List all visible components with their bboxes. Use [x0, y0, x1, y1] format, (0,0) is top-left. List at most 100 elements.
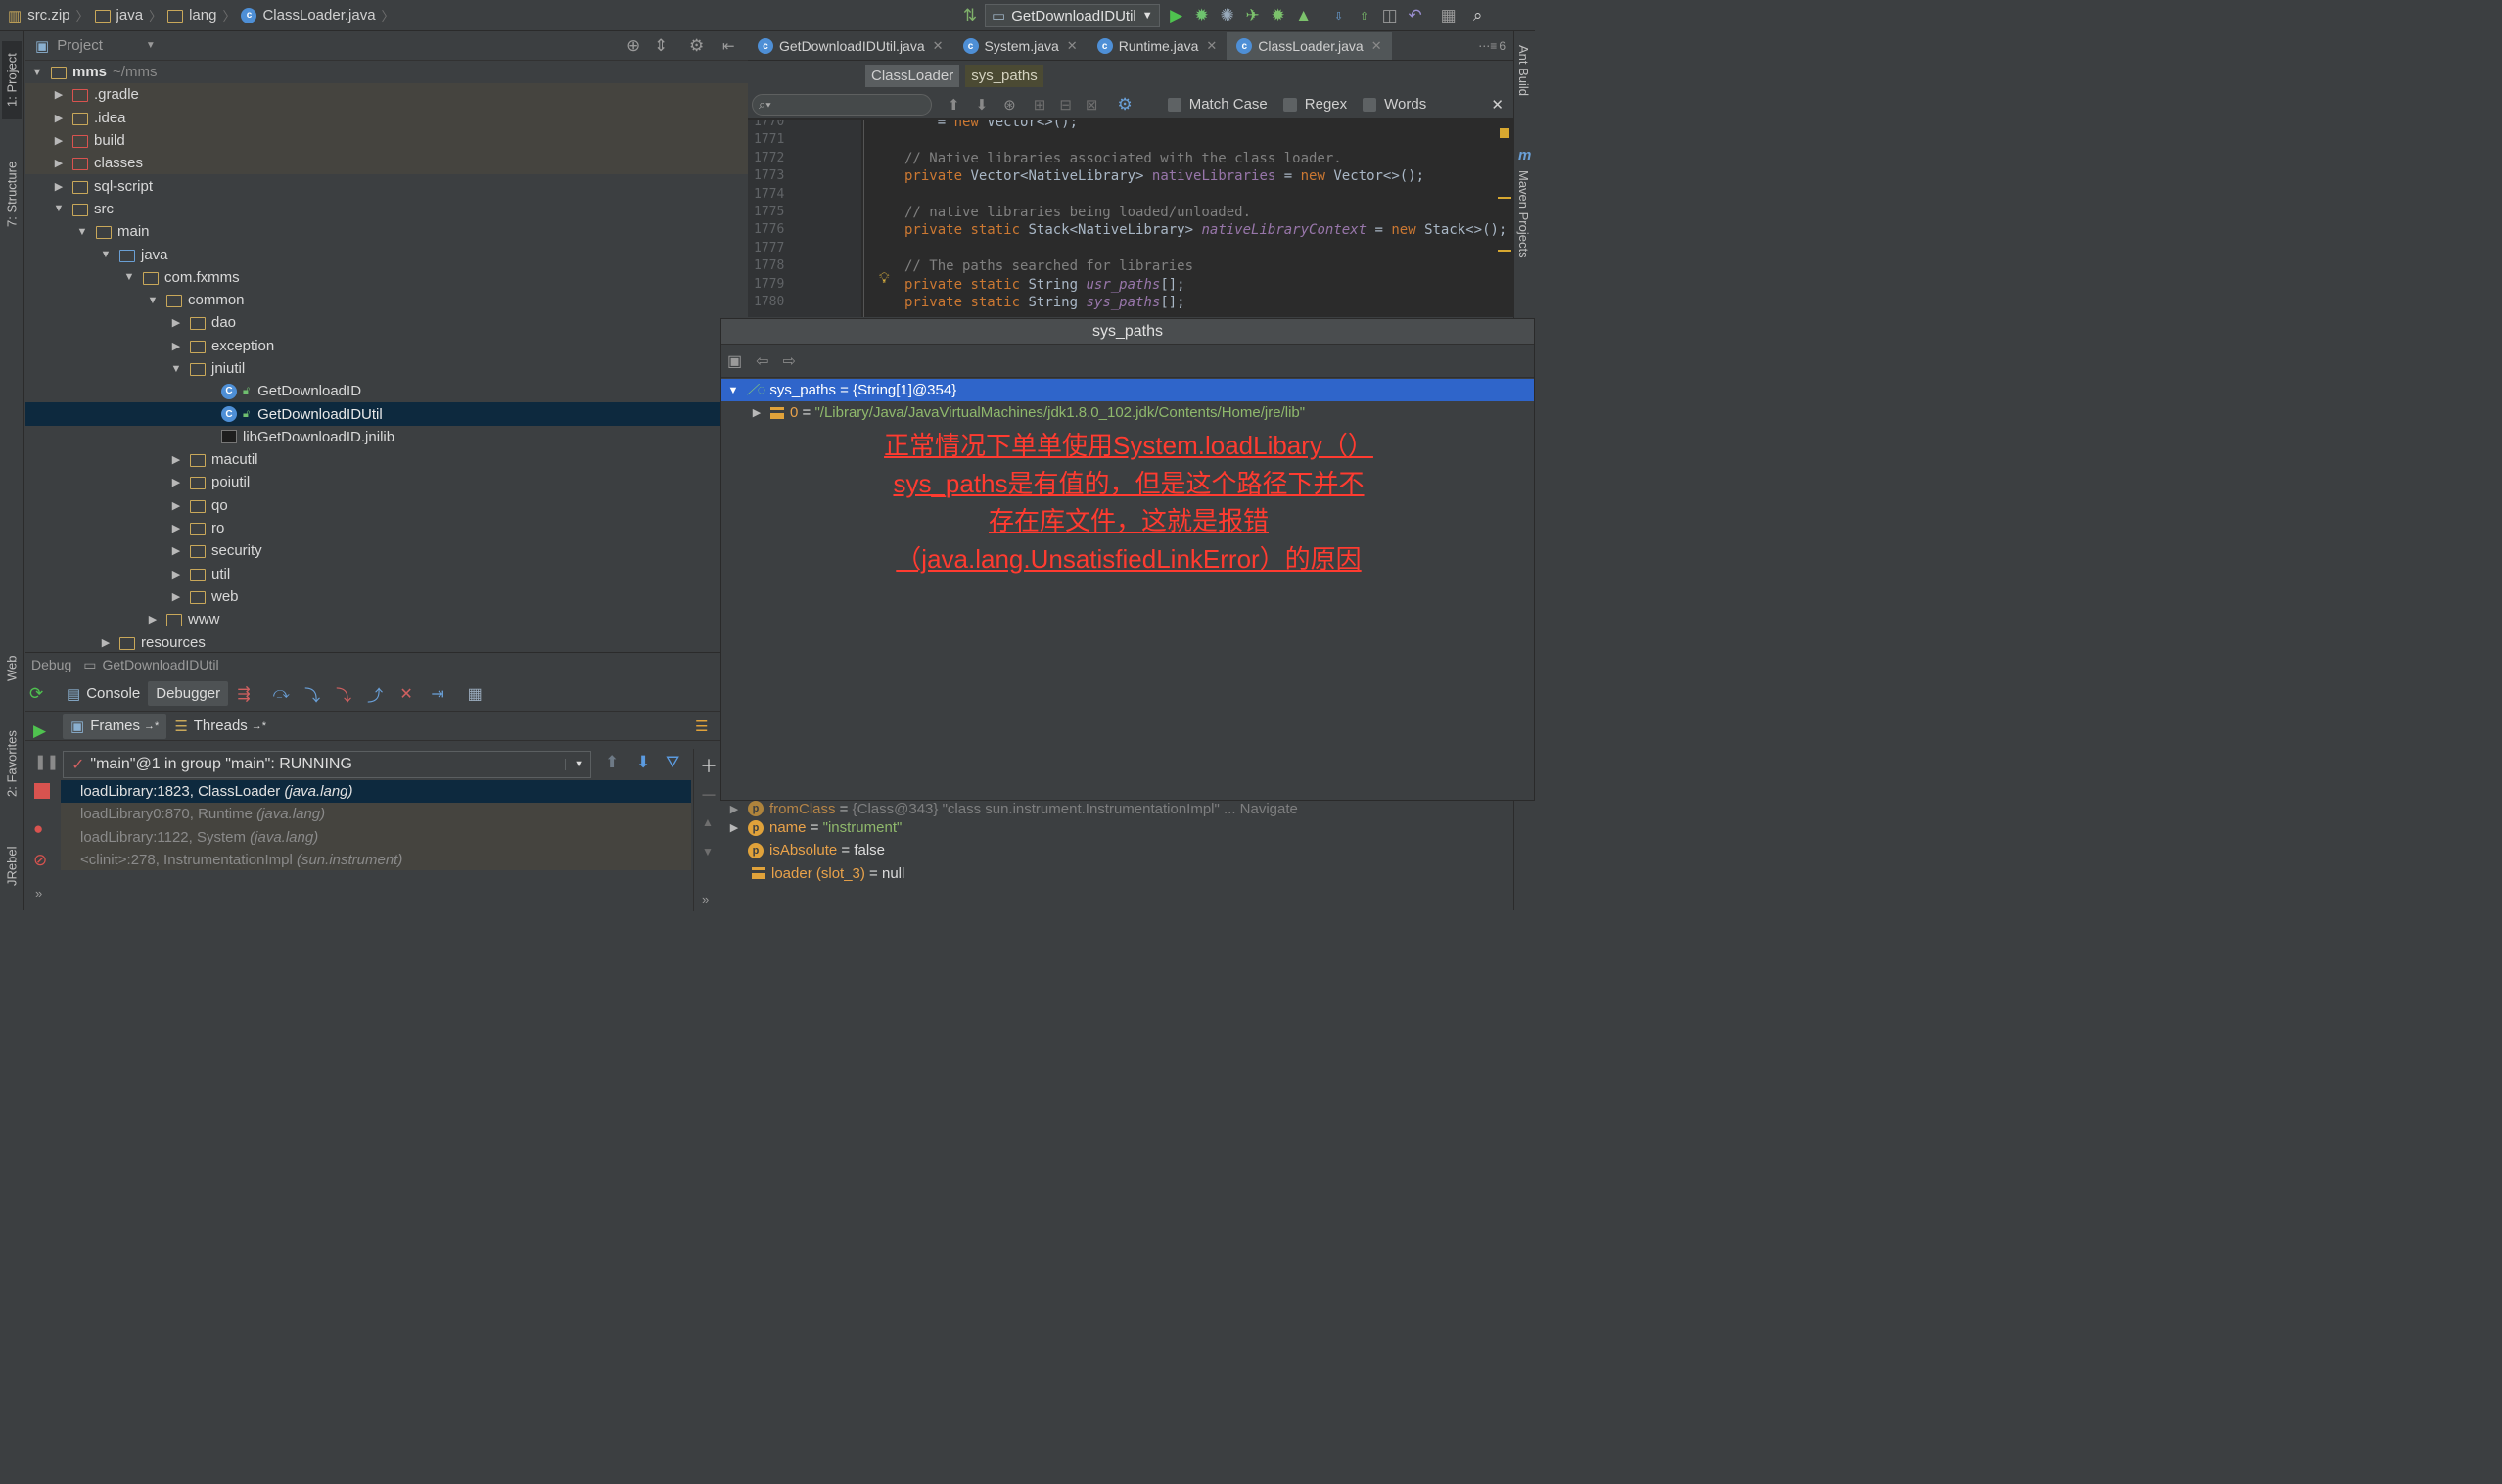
tree-item[interactable]: ▶ web [25, 585, 748, 608]
tree-item[interactable]: ▶ ro [25, 517, 748, 539]
tab-system[interactable]: c System.java ✕ [953, 32, 1088, 60]
debug-icon[interactable]: ✹ [1189, 3, 1215, 28]
stop-icon[interactable] [34, 783, 50, 799]
tab-classloader[interactable]: c ClassLoader.java ✕ [1227, 32, 1392, 60]
add-occurrence-icon[interactable]: ⊞ [1034, 96, 1046, 114]
tree-item[interactable]: ▶ .idea [25, 106, 748, 129]
tree-item[interactable]: ▶ macutil [25, 448, 748, 471]
variable-row[interactable]: loader (slot_3) = null [720, 862, 1513, 885]
tree-item[interactable]: ▼ com.fxmms [25, 266, 748, 289]
tree-item[interactable]: ▼ main [25, 220, 748, 243]
frame-item[interactable]: loadLibrary:1122, System (java.lang) [61, 826, 691, 849]
tab-runtime[interactable]: c Runtime.java ✕ [1088, 32, 1228, 60]
close-icon[interactable]: ✕ [1491, 96, 1504, 114]
layout-icon[interactable]: ☰ [695, 718, 708, 735]
breadcrumb-item[interactable]: lang [189, 7, 216, 23]
move-up-icon[interactable]: ▲ [702, 815, 714, 829]
tab-ant-build[interactable]: Ant Build [1516, 45, 1531, 96]
words-checkbox[interactable]: Words [1363, 96, 1426, 113]
search-icon[interactable]: ⌕ [1465, 3, 1491, 28]
tree-item[interactable]: ▶ poiutil [25, 471, 748, 493]
prev-occurrence-icon[interactable]: ⬆ [948, 96, 960, 114]
close-icon[interactable]: ✕ [1067, 38, 1078, 54]
gear-icon[interactable]: ⚙ [689, 36, 704, 56]
project-structure-icon[interactable]: ▦ [1436, 3, 1461, 28]
coverage-icon[interactable]: ✺ [1215, 3, 1240, 28]
tree-item[interactable]: ▶ sql-script [25, 174, 748, 197]
code-area[interactable]: 1770 1771 1772 1773 1774 1775 1776 1777 1778 1779… [748, 120, 1513, 317]
variable-row[interactable]: p isAbsolute = false [720, 839, 1513, 861]
tree-item[interactable]: ▶ dao [25, 311, 748, 334]
open-in-frame-icon[interactable]: ▣ [727, 351, 742, 371]
next-occurrence-icon[interactable]: ⬇ [976, 96, 989, 114]
variable-row[interactable]: ▶ 0 = "/Library/Java/JavaVirtualMachines… [721, 401, 1305, 424]
run-icon[interactable]: ▶ [1164, 3, 1189, 28]
thread-select[interactable]: ✓ "main"@1 in group "main": RUNNING ▼ [63, 751, 591, 778]
tab-overflow[interactable]: ⋯≡ 6 [1478, 32, 1513, 60]
add-icon[interactable]: ＋ [700, 753, 718, 778]
sort-icon[interactable]: ⇅ [957, 3, 983, 28]
tree-item[interactable]: ▶ qo [25, 494, 748, 517]
pause-icon[interactable]: ❚❚ [34, 753, 59, 770]
step-into-icon[interactable]: ⤵ [301, 682, 324, 706]
show-execution-point-icon[interactable]: ⇶ [232, 682, 255, 706]
tab-frames[interactable]: ▣ Frames →* [63, 713, 167, 739]
step-out-icon[interactable]: ⤴ [363, 682, 387, 706]
tab-console[interactable]: ▤ Console [59, 681, 148, 707]
search-input[interactable]: ⌕▾ [752, 93, 932, 116]
tab-web[interactable]: Web [2, 642, 22, 695]
tree-item[interactable]: ▼ jniutil [25, 357, 748, 380]
profile-icon[interactable]: ✈ [1240, 3, 1266, 28]
move-down-icon[interactable]: ▼ [702, 845, 714, 858]
variable-row-selected[interactable]: ▼ ⟋◌ sys_paths = {String[1]@354} [721, 379, 1534, 402]
tab-threads[interactable]: ☰ Threads →* [166, 714, 274, 739]
crumb-field[interactable]: sys_paths [965, 64, 1043, 87]
jrebel-run-icon[interactable]: ▲ [1291, 3, 1317, 28]
filter-icon[interactable]: ⛛ [666, 753, 679, 772]
tree-item[interactable]: ▶ security [25, 539, 748, 562]
evaluate-icon[interactable]: ▦ [463, 682, 486, 706]
tab-jrebel[interactable]: JRebel [2, 832, 22, 901]
arrow-down-icon[interactable]: ⬇ [636, 753, 650, 772]
tree-item[interactable]: ▶ www [25, 608, 748, 630]
find-all-icon[interactable]: ⊛ [1003, 96, 1016, 114]
forward-icon[interactable]: ⇨ [783, 351, 796, 371]
rerun-icon[interactable]: ⟳ [29, 684, 59, 704]
breakpoints-icon[interactable]: ● [33, 819, 43, 839]
variable-row[interactable]: ▶ p fromClass = {Class@343} "class sun.in… [720, 801, 1513, 816]
tab-favorites[interactable]: 2: Favorites [2, 717, 22, 811]
tree-item[interactable]: ▼ common [25, 289, 748, 311]
tree-item[interactable]: ▶ util [25, 563, 748, 585]
select-all-icon[interactable]: ⊠ [1086, 96, 1098, 114]
tree-item-selected[interactable]: C 🔓︎ GetDownloadIDUtil [25, 402, 748, 426]
hide-panel-icon[interactable]: ⇤ [722, 37, 735, 55]
tree-item[interactable]: ▶ build [25, 128, 748, 153]
tree-item[interactable]: ▼ java [25, 243, 748, 265]
tab-structure[interactable]: 7: Structure [2, 147, 22, 241]
mute-breakpoints-icon[interactable]: ⊘ [33, 851, 47, 870]
frame-item[interactable]: loadLibrary0:870, Runtime (java.lang) [61, 803, 691, 825]
tab-debugger[interactable]: Debugger [148, 681, 229, 706]
collapse-icon[interactable]: ⇕ [654, 36, 668, 56]
revert-icon[interactable]: ↶ [1403, 3, 1428, 28]
close-icon[interactable]: ✕ [1206, 38, 1217, 54]
locate-icon[interactable]: ⊕ [626, 36, 640, 56]
run-config-select[interactable]: ▭ GetDownloadIDUtil ▼ [985, 4, 1160, 27]
frame-item-selected[interactable]: loadLibrary:1823, ClassLoader (java.lang… [61, 780, 691, 804]
back-icon[interactable]: ⇦ [756, 351, 768, 371]
gear-icon[interactable]: ⚙ [1117, 95, 1132, 115]
tree-item[interactable]: ▼ src [25, 198, 748, 220]
close-icon[interactable]: ✕ [1371, 38, 1382, 54]
tree-item[interactable]: ▶ classes [25, 152, 748, 175]
remove-icon[interactable]: － [700, 782, 718, 808]
breadcrumb-item[interactable]: java [116, 7, 144, 23]
vcs-compare-icon[interactable]: ◫ [1377, 3, 1403, 28]
jrebel-debug-icon[interactable]: ✹ [1266, 3, 1291, 28]
remove-occurrence-icon[interactable]: ⊟ [1059, 96, 1072, 114]
vcs-commit-icon[interactable]: ⇧ [1352, 3, 1377, 28]
breadcrumb-item[interactable]: src.zip [27, 7, 70, 23]
regex-checkbox[interactable]: Regex [1282, 96, 1347, 113]
bulb-icon[interactable]: 💡︎ [879, 270, 890, 287]
tree-item[interactable]: ▶ exception [25, 335, 748, 357]
tree-item[interactable]: ▶ .gradle [25, 83, 748, 107]
